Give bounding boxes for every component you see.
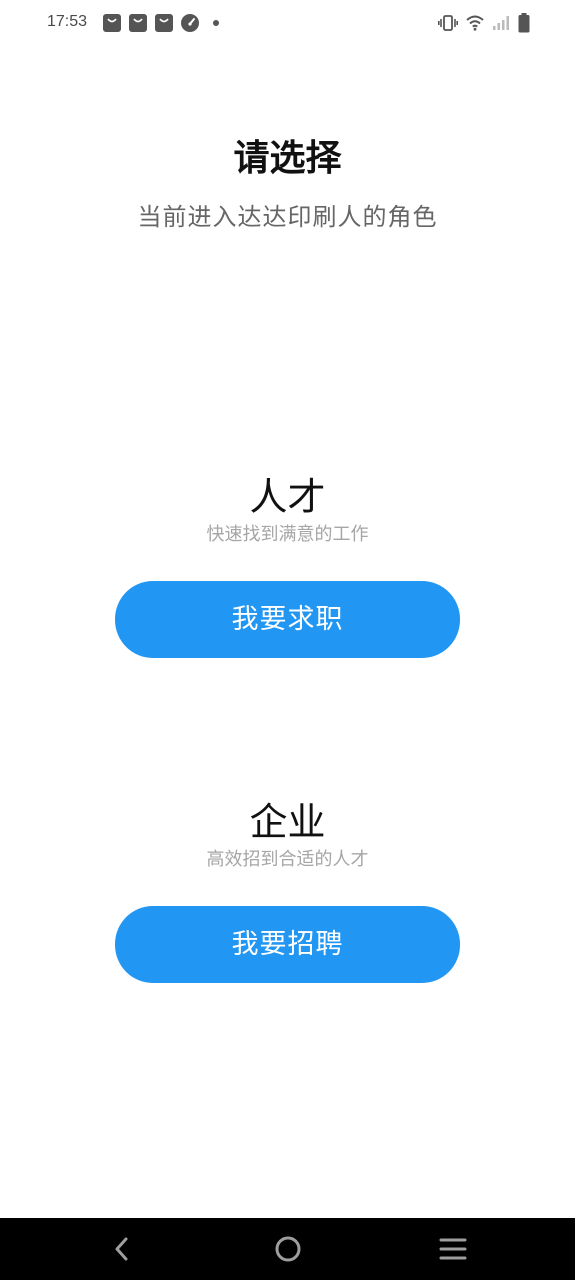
shopping-bag-icon [155,14,173,32]
page-title: 请选择 [233,138,342,179]
home-icon[interactable] [248,1218,328,1280]
battery-icon [518,13,530,33]
shopping-bag-icon [129,14,147,32]
system-status-icons [438,13,530,33]
dot-icon [207,14,225,32]
speedometer-icon [181,14,199,32]
wifi-icon [466,15,484,31]
company-role-title: 企业 [249,800,326,844]
navigation-bar [0,1218,575,1280]
company-role-description: 高效招到合适的人才 [206,849,369,870]
talent-role-description: 快速找到满意的工作 [206,524,369,545]
shopping-bag-icon [103,14,121,32]
status-time: 17:53 [47,13,88,30]
notification-icons [103,14,225,32]
back-icon[interactable] [82,1218,162,1280]
job-seeker-button[interactable]: 我要求职 [115,581,460,658]
vibrate-icon [438,15,458,31]
recruit-button[interactable]: 我要招聘 [115,906,460,983]
menu-icon[interactable] [413,1218,493,1280]
status-bar: 17:53 [0,0,575,48]
page-subtitle: 当前进入达达印刷人的角色 [137,203,438,231]
talent-role-title: 人才 [249,475,326,519]
signal-icon [492,15,510,31]
